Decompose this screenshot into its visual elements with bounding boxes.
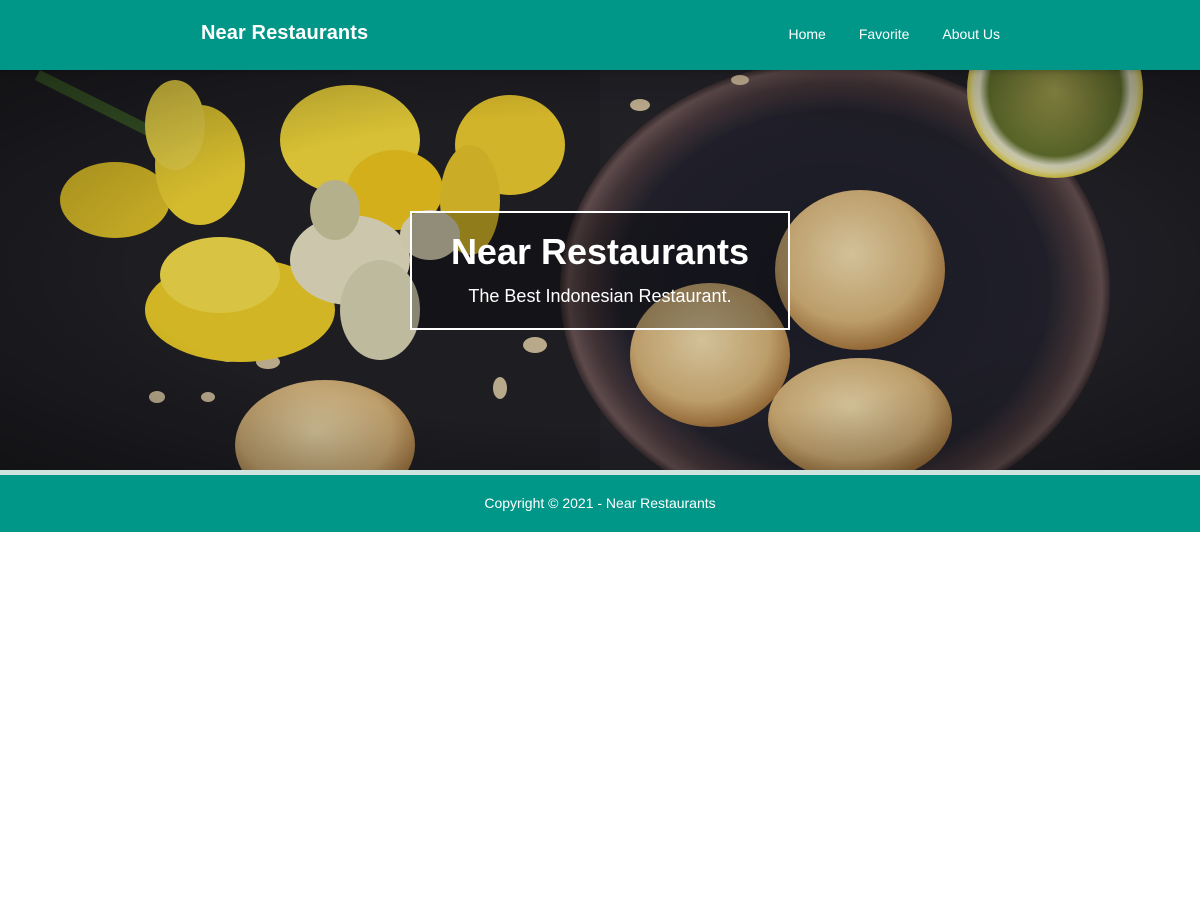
brand-logo-link[interactable]: Near Restaurants (201, 22, 368, 45)
nav-menu: Home Favorite About Us (755, 25, 1000, 43)
navbar: Near Restaurants Home Favorite About Us (0, 0, 1200, 70)
hero-subtitle: The Best Indonesian Restaurant. (468, 286, 732, 306)
copyright-text: Copyright © 2021 - Near Restaurants (484, 495, 716, 511)
nav-home-link[interactable]: Home (788, 25, 825, 43)
hero-title-box: Near Restaurants The Best Indonesian Res… (410, 211, 790, 330)
hero-title: Near Restaurants (450, 231, 750, 272)
nav-about-link[interactable]: About Us (942, 25, 1000, 43)
footer: Copyright © 2021 - Near Restaurants (0, 475, 1200, 532)
hero-section: Near Restaurants The Best Indonesian Res… (0, 70, 1200, 470)
nav-favorite-link[interactable]: Favorite (859, 25, 910, 43)
